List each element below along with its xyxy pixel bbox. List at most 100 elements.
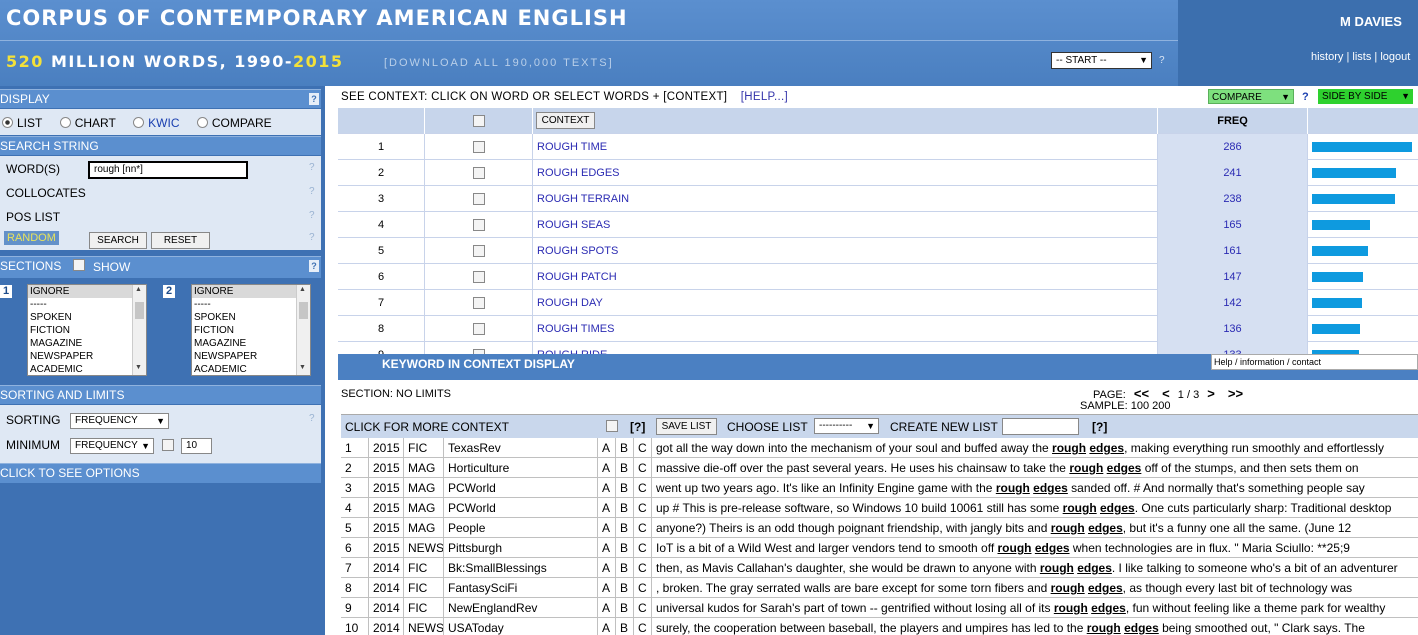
freq-value[interactable]: 147	[1158, 264, 1308, 290]
keyword[interactable]: rough	[1051, 521, 1085, 535]
context-text[interactable]: , broken. The gray serrated walls are ba…	[652, 578, 1418, 598]
radio-chart[interactable]	[59, 117, 71, 128]
freq-value[interactable]: 142	[1158, 290, 1308, 316]
help-icon[interactable]: ?	[309, 260, 319, 272]
source-link[interactable]: PCWorld	[444, 478, 598, 498]
list-item[interactable]: -----	[28, 298, 146, 311]
save-list-button[interactable]: SAVE LIST	[656, 418, 717, 435]
context-c-link[interactable]: C	[634, 578, 652, 598]
keyword[interactable]: edges	[1033, 481, 1068, 495]
keyword[interactable]: edges	[1077, 561, 1112, 575]
list-item[interactable]: NEWSPAPER	[192, 350, 310, 363]
scroll-down-icon[interactable]: ▼	[135, 364, 142, 371]
context-b-link[interactable]: B	[616, 438, 634, 458]
keyword[interactable]: rough	[1052, 441, 1086, 455]
context-b-link[interactable]: B	[616, 558, 634, 578]
context-b-link[interactable]: B	[616, 478, 634, 498]
history-link[interactable]: history	[1311, 51, 1343, 63]
word-link[interactable]: ROUGH SEAS	[533, 212, 1158, 238]
context-text[interactable]: universal kudos for Sarah's part of town…	[652, 598, 1418, 618]
minimum-select[interactable]: FREQUENCY ▼	[70, 438, 154, 454]
source-link[interactable]: PCWorld	[444, 498, 598, 518]
sample-100-link[interactable]: 100	[1131, 400, 1149, 412]
context-c-link[interactable]: C	[634, 438, 652, 458]
scroll-down-icon[interactable]: ▼	[299, 364, 306, 371]
list-item[interactable]: FICTION	[28, 324, 146, 337]
context-a-link[interactable]: A	[598, 518, 616, 538]
list-item[interactable]: IGNORE	[192, 285, 310, 298]
list-item[interactable]: SPOKEN	[192, 311, 310, 324]
row-checkbox[interactable]	[473, 167, 485, 179]
context-b-link[interactable]: B	[616, 578, 634, 598]
source-link[interactable]: Pittsburgh	[444, 538, 598, 558]
help-icon[interactable]: ?	[309, 186, 317, 198]
context-c-link[interactable]: C	[634, 478, 652, 498]
word-link[interactable]: ROUGH SPOTS	[533, 238, 1158, 264]
source-link[interactable]: Horticulture	[444, 458, 598, 478]
context-b-link[interactable]: B	[616, 618, 634, 635]
list-item[interactable]: SPOKEN	[28, 311, 146, 324]
keyword[interactable]: rough	[998, 541, 1032, 555]
row-checkbox[interactable]	[473, 271, 485, 283]
compare-help-icon[interactable]: ?	[1302, 91, 1309, 103]
row-checkbox[interactable]	[473, 323, 485, 335]
context-c-link[interactable]: C	[634, 558, 652, 578]
next-page-button[interactable]: >	[1207, 386, 1215, 401]
lists-link[interactable]: lists	[1352, 51, 1371, 63]
freq-value[interactable]: 286	[1158, 134, 1308, 160]
keyword[interactable]: edges	[1088, 521, 1123, 535]
create-list-help-link[interactable]: [?]	[1092, 420, 1107, 434]
show-sections-checkbox[interactable]	[73, 259, 85, 271]
list-item[interactable]: IGNORE	[28, 285, 146, 298]
context-text[interactable]: got all the way down into the mechanism …	[652, 438, 1418, 458]
keyword[interactable]: rough	[1040, 561, 1074, 575]
freq-value[interactable]: 165	[1158, 212, 1308, 238]
help-link[interactable]: [HELP...]	[741, 91, 788, 103]
freq-header[interactable]: FREQ	[1158, 108, 1308, 134]
list-item[interactable]: MAGAZINE	[28, 337, 146, 350]
source-link[interactable]: NewEnglandRev	[444, 598, 598, 618]
compare-select[interactable]: COMPARE ▼	[1208, 89, 1294, 104]
context-button[interactable]: CONTEXT	[536, 112, 595, 129]
scroll-up-icon[interactable]: ▲	[135, 286, 142, 293]
context-c-link[interactable]: C	[634, 598, 652, 618]
keyword[interactable]: edges	[1035, 541, 1070, 555]
collocates-label[interactable]: COLLOCATES	[6, 186, 86, 200]
sorting-select[interactable]: FREQUENCY ▼	[70, 413, 169, 429]
context-b-link[interactable]: B	[616, 458, 634, 478]
context-text[interactable]: then, as Mavis Callahan's daughter, she …	[652, 558, 1418, 578]
context-text[interactable]: massive die-off over the past several ye…	[652, 458, 1418, 478]
help-contact-box[interactable]: Help / information / contact	[1211, 354, 1418, 370]
word-link[interactable]: ROUGH RIDE	[533, 342, 1158, 354]
prev-page-button[interactable]: <	[1162, 386, 1170, 401]
choose-list-select[interactable]: ---------- ▼	[814, 418, 879, 434]
context-a-link[interactable]: A	[598, 458, 616, 478]
pos-list-label[interactable]: POS LIST	[6, 210, 60, 224]
scrollbar[interactable]: ▲ ▼	[296, 285, 310, 375]
source-link[interactable]: FantasySciFi	[444, 578, 598, 598]
context-b-link[interactable]: B	[616, 498, 634, 518]
context-a-link[interactable]: A	[598, 538, 616, 558]
context-b-link[interactable]: B	[616, 598, 634, 618]
list-item[interactable]: NEWSPAPER	[28, 350, 146, 363]
context-a-link[interactable]: A	[598, 498, 616, 518]
help-icon[interactable]: ?	[309, 93, 319, 105]
source-link[interactable]: Bk:SmallBlessings	[444, 558, 598, 578]
context-c-link[interactable]: C	[634, 618, 652, 635]
source-link[interactable]: TexasRev	[444, 438, 598, 458]
scroll-up-icon[interactable]: ▲	[299, 286, 306, 293]
keyword[interactable]: edges	[1124, 621, 1159, 635]
context-c-link[interactable]: C	[634, 518, 652, 538]
row-checkbox[interactable]	[473, 219, 485, 231]
context-a-link[interactable]: A	[598, 438, 616, 458]
context-a-link[interactable]: A	[598, 618, 616, 635]
keyword[interactable]: rough	[1054, 601, 1088, 615]
select-all-kwic-checkbox[interactable]	[606, 420, 618, 432]
keyword[interactable]: edges	[1089, 441, 1124, 455]
context-text[interactable]: IoT is a bit of a Wild West and larger v…	[652, 538, 1418, 558]
side-by-side-select[interactable]: SIDE BY SIDE ▼	[1318, 89, 1413, 104]
word-link[interactable]: ROUGH EDGES	[533, 160, 1158, 186]
context-b-link[interactable]: B	[616, 518, 634, 538]
list-item[interactable]: FICTION	[192, 324, 310, 337]
keyword[interactable]: edges	[1091, 601, 1126, 615]
